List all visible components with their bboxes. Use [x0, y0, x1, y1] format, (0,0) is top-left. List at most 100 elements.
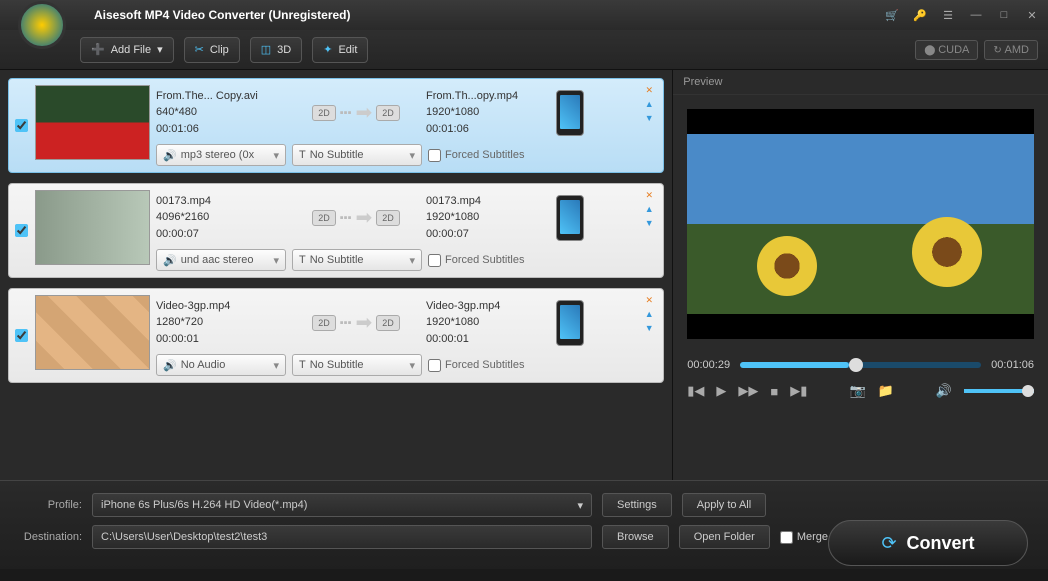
titlebar: Aisesoft MP4 Video Converter (Unregister…	[0, 0, 1048, 30]
main-area: From.The... Copy.avi640*48000:01:06 2D▪▪…	[0, 70, 1048, 480]
move-up-icon[interactable]: ▲	[643, 99, 655, 111]
dest-info: From.Th...opy.mp41920*108000:01:06	[426, 88, 556, 138]
maximize-icon[interactable]: □	[996, 7, 1012, 23]
move-up-icon[interactable]: ▲	[643, 309, 655, 321]
audio-dropdown[interactable]: 🔊mp3 stereo (0x▾	[156, 144, 286, 166]
audio-dropdown[interactable]: 🔊No Audio▾	[156, 354, 286, 376]
move-down-icon[interactable]: ▼	[643, 218, 655, 230]
file-checkbox[interactable]	[15, 329, 28, 342]
subtitle-dropdown[interactable]: TNo Subtitle▾	[292, 354, 422, 376]
device-icon	[556, 90, 584, 136]
file-item[interactable]: From.The... Copy.avi640*48000:01:06 2D▪▪…	[8, 78, 664, 173]
destination-value: C:\Users\User\Desktop\test2\test3	[101, 531, 267, 543]
convert-label: Convert	[907, 533, 975, 554]
app-logo	[18, 1, 66, 49]
stop-icon[interactable]: ■	[770, 384, 778, 399]
source-info: 00173.mp44096*216000:00:07	[156, 193, 286, 243]
menu-icon[interactable]: ☰	[940, 7, 956, 23]
apply-all-button[interactable]: Apply to All	[682, 493, 766, 517]
3d-button[interactable]: ◫ 3D	[250, 37, 302, 63]
3d-label: 3D	[277, 44, 291, 56]
preview-video[interactable]	[687, 109, 1034, 339]
file-thumbnail	[35, 295, 150, 370]
preview-title: Preview	[673, 70, 1048, 95]
edit-label: Edit	[338, 44, 357, 56]
dropdown-caret-icon: ▾	[157, 43, 163, 56]
file-item[interactable]: 00173.mp44096*216000:00:07 2D▪▪▪➡2D 0017…	[8, 183, 664, 278]
play-icon[interactable]: ▶	[716, 383, 726, 399]
conversion-arrow: 2D▪▪▪➡2D	[286, 310, 426, 335]
fast-forward-icon[interactable]: ▶▶	[738, 383, 758, 399]
wand-icon: ✦	[323, 43, 332, 56]
next-icon[interactable]: ▶▮	[790, 383, 807, 399]
add-file-label: Add File	[111, 44, 151, 56]
close-icon[interactable]: ✕	[1024, 7, 1040, 23]
clip-button[interactable]: ✂Clip	[184, 37, 240, 63]
folder-icon[interactable]: 📁	[878, 383, 894, 399]
file-list-panel: From.The... Copy.avi640*48000:01:06 2D▪▪…	[0, 70, 672, 480]
plus-icon: ➕	[91, 43, 105, 56]
minimize-icon[interactable]: —	[968, 7, 984, 23]
file-item[interactable]: Video-3gp.mp41280*72000:00:01 2D▪▪▪➡2D V…	[8, 288, 664, 383]
device-icon	[556, 195, 584, 241]
subtitle-dropdown[interactable]: TNo Subtitle▾	[292, 144, 422, 166]
move-up-icon[interactable]: ▲	[643, 204, 655, 216]
3d-icon: ◫	[261, 43, 271, 56]
speaker-icon: 🔊	[163, 359, 177, 372]
remove-icon[interactable]: ✕	[643, 190, 655, 202]
timeline: 00:00:29 00:01:06	[673, 353, 1048, 377]
text-icon: T	[299, 149, 306, 161]
preview-panel: Preview 00:00:29 00:01:06 ▮◀ ▶ ▶▶ ■ ▶▮ 📷…	[672, 70, 1048, 480]
file-thumbnail	[35, 85, 150, 160]
chevron-down-icon: ▾	[577, 499, 583, 512]
cart-icon[interactable]: 🛒	[884, 7, 900, 23]
settings-button[interactable]: Settings	[602, 493, 672, 517]
volume-slider[interactable]	[964, 389, 1034, 393]
amd-badge: ↻ AMD	[984, 40, 1038, 60]
edit-button[interactable]: ✦ Edit	[312, 37, 368, 63]
time-total: 00:01:06	[991, 359, 1034, 371]
destination-field[interactable]: C:\Users\User\Desktop\test2\test3	[92, 525, 592, 549]
device-icon	[556, 300, 584, 346]
file-checkbox[interactable]	[15, 224, 28, 237]
snapshot-icon[interactable]: 📷	[849, 383, 865, 399]
convert-button[interactable]: ⟳ Convert	[828, 520, 1028, 566]
audio-dropdown[interactable]: 🔊und aac stereo▾	[156, 249, 286, 271]
refresh-icon: ⟳	[881, 533, 896, 554]
profile-value: iPhone 6s Plus/6s H.264 HD Video(*.mp4)	[101, 499, 307, 511]
add-file-button[interactable]: ➕ Add File ▾	[80, 37, 174, 63]
file-thumbnail	[35, 190, 150, 265]
forced-subtitles-checkbox[interactable]: Forced Subtitles	[428, 354, 524, 376]
subtitle-dropdown[interactable]: TNo Subtitle▾	[292, 249, 422, 271]
forced-subtitles-checkbox[interactable]: Forced Subtitles	[428, 249, 524, 271]
dest-info: 00173.mp41920*108000:00:07	[426, 193, 556, 243]
seek-slider[interactable]	[740, 362, 981, 368]
dest-info: Video-3gp.mp41920*108000:00:01	[426, 298, 556, 348]
conversion-arrow: 2D▪▪▪➡2D	[286, 205, 426, 230]
move-down-icon[interactable]: ▼	[643, 323, 655, 335]
prev-icon[interactable]: ▮◀	[687, 383, 704, 399]
bottom-panel: Profile: iPhone 6s Plus/6s H.264 HD Vide…	[0, 480, 1048, 569]
forced-subtitles-checkbox[interactable]: Forced Subtitles	[428, 144, 524, 166]
open-folder-button[interactable]: Open Folder	[679, 525, 770, 549]
scissors-icon: ✂	[195, 43, 204, 56]
remove-icon[interactable]: ✕	[643, 85, 655, 97]
time-current: 00:00:29	[687, 359, 730, 371]
text-icon: T	[299, 254, 306, 266]
toolbar: ➕ Add File ▾ ✂Clip ◫ 3D ✦ Edit ⬤ CUDA ↻ AMD	[0, 30, 1048, 70]
speaker-icon: 🔊	[163, 254, 177, 267]
source-info: From.The... Copy.avi640*48000:01:06	[156, 88, 286, 138]
key-icon[interactable]: 🔑	[912, 7, 928, 23]
remove-icon[interactable]: ✕	[643, 295, 655, 307]
browse-button[interactable]: Browse	[602, 525, 669, 549]
preview-frame	[687, 134, 1034, 314]
text-icon: T	[299, 359, 306, 371]
profile-label: Profile:	[12, 499, 82, 511]
volume-icon[interactable]: 🔊	[936, 383, 952, 399]
cuda-badge: ⬤ CUDA	[915, 40, 978, 60]
source-info: Video-3gp.mp41280*72000:00:01	[156, 298, 286, 348]
file-checkbox[interactable]	[15, 119, 28, 132]
move-down-icon[interactable]: ▼	[643, 113, 655, 125]
speaker-icon: 🔊	[163, 149, 177, 162]
profile-dropdown[interactable]: iPhone 6s Plus/6s H.264 HD Video(*.mp4) ▾	[92, 493, 592, 517]
